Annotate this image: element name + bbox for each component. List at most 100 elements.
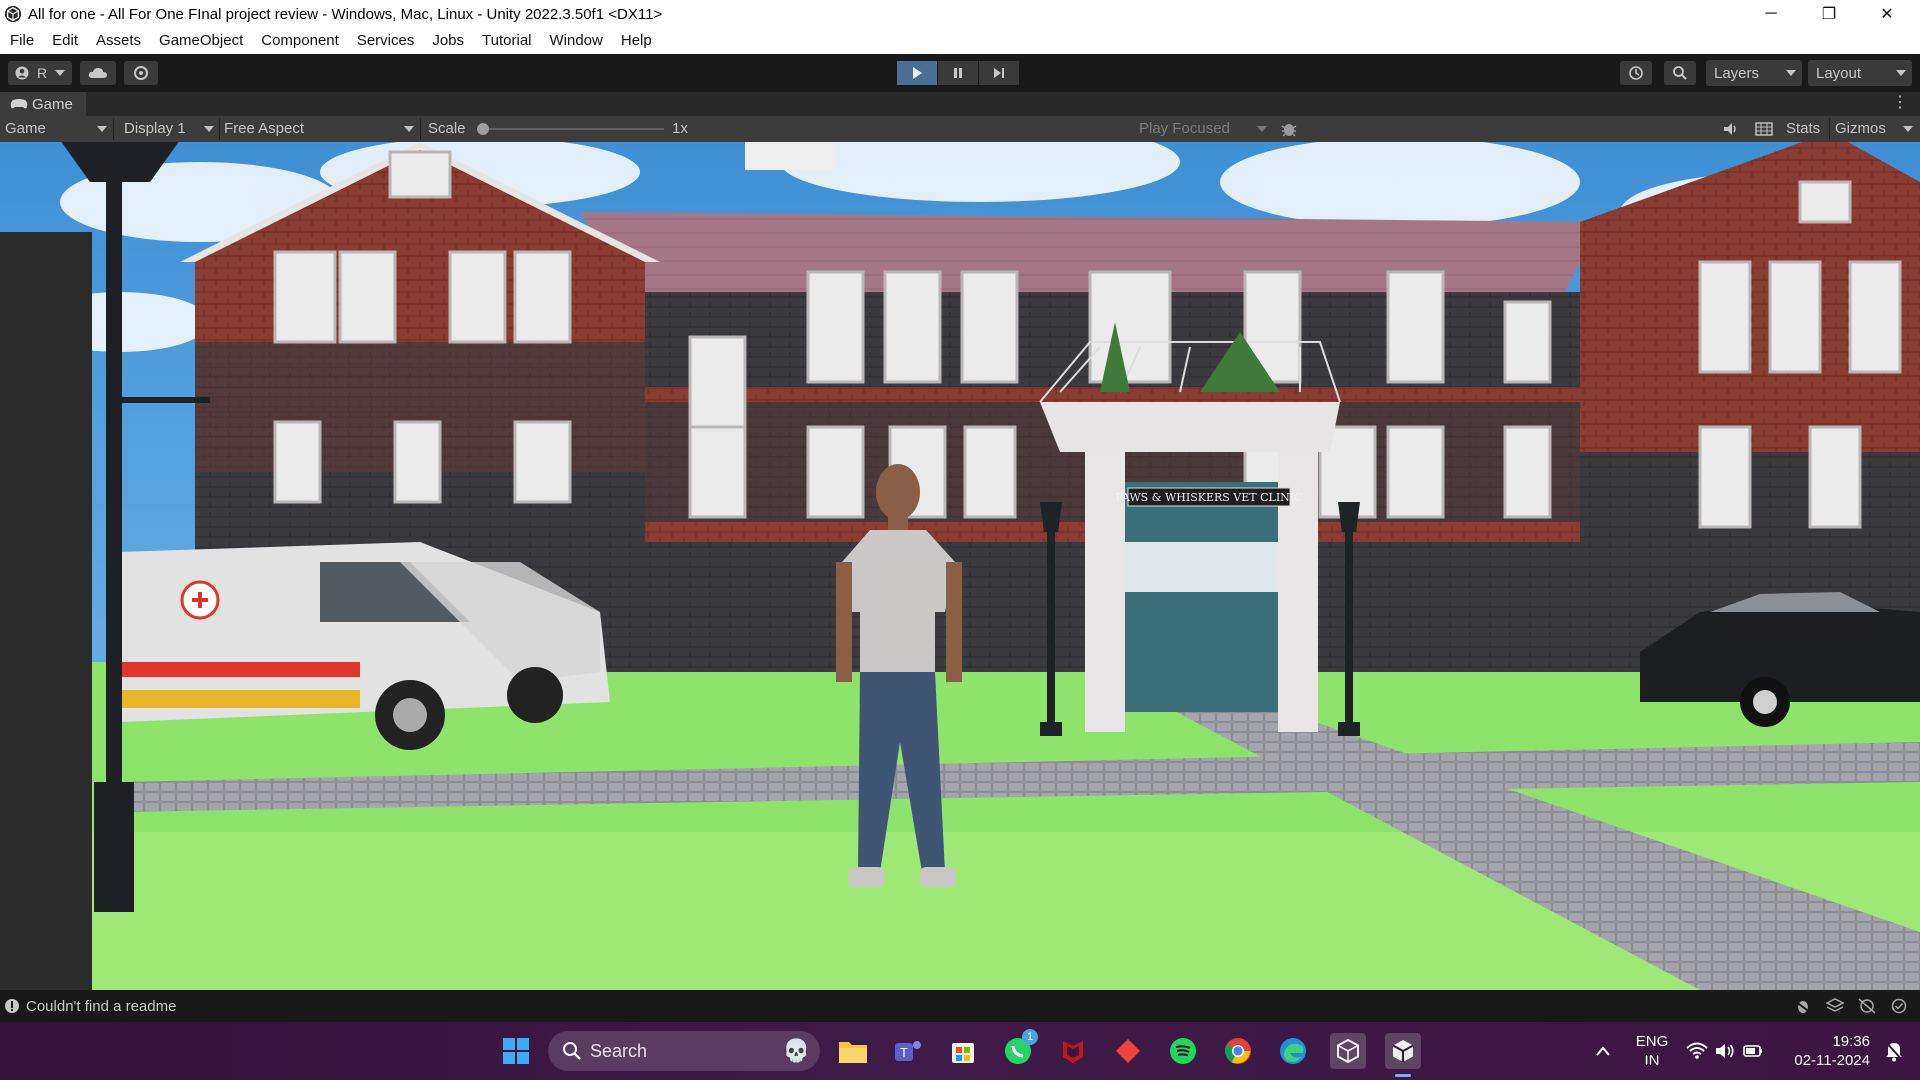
language-region: IN <box>1644 1052 1660 1069</box>
clock-time: 19:36 <box>1832 1033 1870 1050</box>
display-label: Display 1 <box>124 120 186 137</box>
file-explorer-icon[interactable] <box>835 1033 871 1069</box>
window-title-bar: All for one - All For One FInal project … <box>0 0 1920 28</box>
minimize-button[interactable]: ─ <box>1748 0 1794 28</box>
svg-text:T: T <box>900 1045 908 1060</box>
chevron-down-icon <box>204 126 214 132</box>
notification-bell-icon[interactable] <box>1876 1033 1912 1069</box>
gamepad-icon <box>10 99 28 109</box>
menu-component[interactable]: Component <box>252 28 348 54</box>
collab-button[interactable] <box>124 61 158 85</box>
menu-help[interactable]: Help <box>612 28 661 54</box>
debug-icon[interactable] <box>1794 998 1812 1014</box>
play-icon <box>913 67 922 79</box>
window-title: All for one - All For One FInal project … <box>28 5 663 23</box>
close-button[interactable]: ✕ <box>1864 0 1910 28</box>
layers-dropdown[interactable]: Layers <box>1706 60 1802 86</box>
menu-jobs[interactable]: Jobs <box>423 28 473 54</box>
unity-editor-icon[interactable] <box>1385 1033 1421 1077</box>
battery-icon <box>1743 1045 1762 1057</box>
taskbar-search[interactable]: Search 💀 <box>548 1031 820 1071</box>
view-mode-dropdown[interactable]: Game <box>5 118 109 140</box>
chrome-icon[interactable] <box>1220 1033 1256 1069</box>
unity-logo-icon <box>4 5 22 23</box>
account-icon <box>15 66 29 80</box>
layout-dropdown[interactable]: Layout <box>1808 60 1912 86</box>
menu-tutorial[interactable]: Tutorial <box>473 28 540 54</box>
menu-window[interactable]: Window <box>541 28 612 54</box>
account-initial: R <box>36 65 48 81</box>
account-dropdown[interactable]: R <box>8 61 72 85</box>
step-button[interactable] <box>979 61 1019 85</box>
scale-value: 1x <box>672 120 688 137</box>
more-options-icon[interactable]: ⋮ <box>1892 95 1908 111</box>
play-button[interactable] <box>897 61 937 85</box>
windows-taskbar: Search 💀 T 1 ENG IN 19:36 02-11-2024 <box>0 1022 1920 1080</box>
store-icon[interactable] <box>945 1033 981 1069</box>
game-view-toolbar: Game Display 1 Free Aspect Scale 1x Play… <box>0 116 1920 142</box>
chevron-down-icon <box>1257 126 1267 132</box>
foreground-wall <box>0 232 92 990</box>
menu-edit[interactable]: Edit <box>43 28 87 54</box>
display-dropdown[interactable]: Display 1 <box>124 118 216 140</box>
layout-label: Layout <box>1816 64 1862 82</box>
chevron-down-icon <box>97 126 107 132</box>
notification-badge: 1 <box>1022 1029 1038 1045</box>
search-icon <box>563 1042 581 1060</box>
pause-button[interactable] <box>938 61 978 85</box>
stats-button[interactable]: Stats <box>1786 118 1826 140</box>
scale-slider[interactable] <box>477 123 664 135</box>
layers-stack-icon[interactable] <box>1826 998 1844 1014</box>
chevron-down-icon <box>1786 70 1796 76</box>
network-icon[interactable] <box>1858 998 1876 1014</box>
language-code: ENG <box>1635 1033 1669 1050</box>
play-mode-dropdown[interactable]: Play Focused <box>1139 118 1269 140</box>
clock-date: 02-11-2024 <box>1794 1052 1870 1069</box>
layers-label: Layers <box>1714 64 1760 82</box>
speaker-icon[interactable] <box>1722 120 1740 138</box>
system-tray-quick-settings[interactable] <box>1680 1033 1770 1069</box>
check-circle-icon[interactable] <box>1890 998 1908 1014</box>
menu-file[interactable]: File <box>1 28 43 54</box>
history-button[interactable] <box>1620 61 1652 85</box>
whatsapp-icon[interactable]: 1 <box>1000 1029 1038 1069</box>
teams-icon[interactable]: T <box>890 1033 926 1069</box>
search-button[interactable] <box>1664 61 1696 85</box>
chevron-down-icon <box>55 70 66 76</box>
scale-slider-thumb[interactable] <box>477 123 489 135</box>
menu-services[interactable]: Services <box>348 28 424 54</box>
language-indicator[interactable]: ENG IN <box>1630 1032 1674 1070</box>
menu-bar: File Edit Assets GameObject Component Se… <box>0 28 1920 54</box>
chevron-down-icon <box>1896 70 1906 76</box>
chevron-up-icon[interactable] <box>1585 1033 1621 1069</box>
mcafee-icon[interactable] <box>1055 1033 1091 1069</box>
roof-vent <box>745 142 835 170</box>
cloud-button[interactable] <box>80 61 116 85</box>
clinic-sign-text: PAWS & WHISKERS VET CLINIC <box>1115 491 1302 504</box>
active-indicator <box>1395 1074 1411 1077</box>
spotify-icon[interactable] <box>1165 1033 1201 1069</box>
volume-icon <box>1716 1044 1734 1058</box>
edge-icon[interactable] <box>1275 1033 1311 1069</box>
aspect-label: Free Aspect <box>224 120 305 137</box>
porch-roof <box>1040 402 1340 452</box>
restore-button[interactable]: ❐ <box>1806 0 1852 28</box>
menu-assets[interactable]: Assets <box>87 28 150 54</box>
bug-icon[interactable] <box>1280 120 1298 138</box>
cloud-icon <box>88 68 107 78</box>
status-message[interactable]: Couldn't find a readme <box>26 998 176 1015</box>
tab-game[interactable]: Game <box>0 92 86 116</box>
start-button[interactable] <box>498 1033 534 1069</box>
clock[interactable]: 19:36 02-11-2024 <box>1780 1032 1870 1070</box>
gizmos-dropdown[interactable]: Gizmos <box>1835 118 1915 140</box>
aspect-dropdown[interactable]: Free Aspect <box>224 118 416 140</box>
scale-label: Scale <box>428 120 466 137</box>
grid-icon[interactable] <box>1755 121 1773 137</box>
wifi-icon <box>1686 1042 1708 1059</box>
anydesk-icon[interactable] <box>1110 1033 1146 1069</box>
unity-hub-icon[interactable] <box>1330 1033 1366 1069</box>
divider <box>113 118 114 140</box>
menu-gameobject[interactable]: GameObject <box>150 28 252 54</box>
game-view[interactable]: PAWS & WHISKERS VET CLINIC <box>0 142 1920 990</box>
play-mode-label: Play Focused <box>1139 120 1230 137</box>
